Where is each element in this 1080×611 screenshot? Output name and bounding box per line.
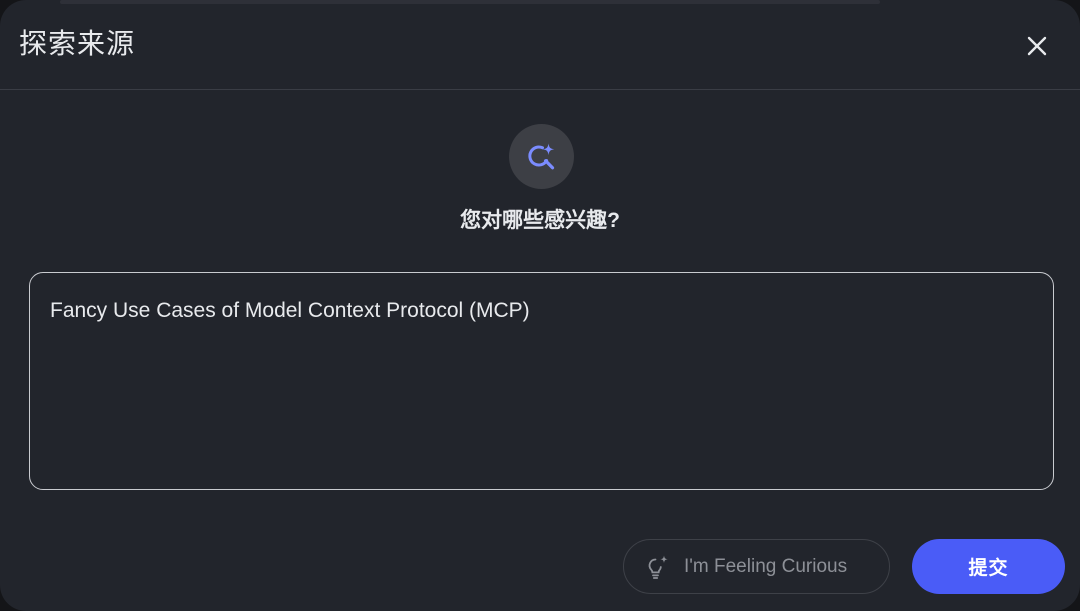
query-input-box[interactable]: Fancy Use Cases of Model Context Protoco… xyxy=(29,272,1054,490)
submit-button[interactable]: 提交 xyxy=(912,539,1065,594)
dialog-header: 探索来源 xyxy=(0,0,1080,90)
lightbulb-sparkle-icon xyxy=(648,555,668,579)
submit-label: 提交 xyxy=(968,558,1009,579)
feeling-curious-button[interactable]: I'm Feeling Curious xyxy=(623,539,890,594)
discover-sources-dialog: 探索来源 您对哪些感兴趣? Fancy Use Cases of Model C… xyxy=(0,0,1080,611)
feeling-curious-label: I'm Feeling Curious xyxy=(684,555,848,577)
query-input[interactable]: Fancy Use Cases of Model Context Protoco… xyxy=(50,293,1033,469)
hero-icon-badge xyxy=(509,124,574,189)
close-button[interactable] xyxy=(1018,27,1056,65)
close-icon xyxy=(1027,36,1047,56)
sparkle-search-icon xyxy=(527,143,554,169)
dialog-title: 探索来源 xyxy=(19,28,136,59)
interest-question: 您对哪些感兴趣? xyxy=(460,209,620,232)
